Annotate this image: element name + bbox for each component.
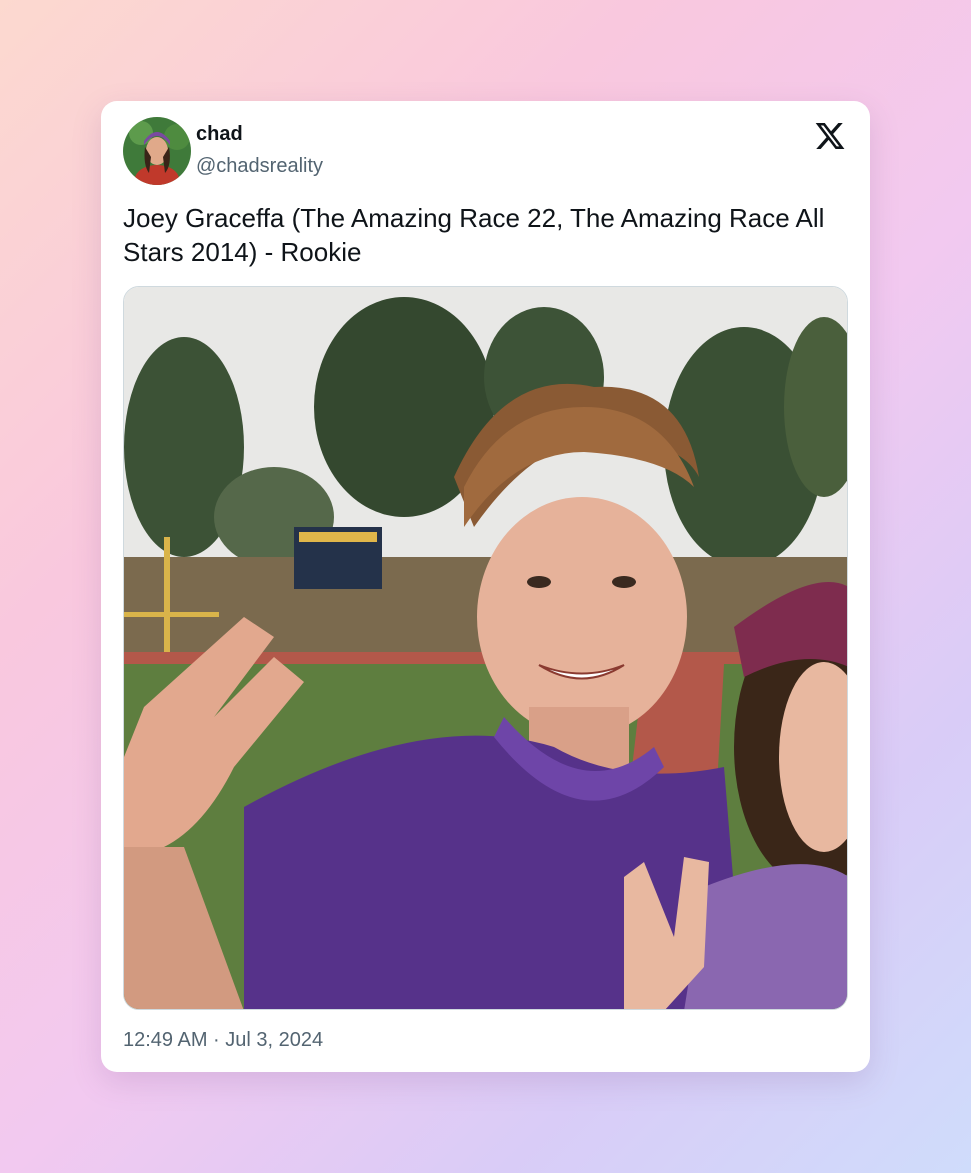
tweet-text: Joey Graceffa (The Amazing Race 22, The … (123, 203, 825, 267)
tweet-photo[interactable] (123, 286, 848, 1010)
photo-illustration (124, 287, 847, 1009)
avatar[interactable] (123, 117, 191, 185)
tweet-card: chad @chadsreality Joey Graceffa (The Am… (101, 101, 870, 1072)
x-logo-icon[interactable] (814, 120, 846, 152)
user-handle[interactable]: @chadsreality (196, 155, 323, 178)
display-name[interactable]: chad (196, 123, 243, 146)
tweet-timestamp[interactable]: 12:49 AM · Jul 3, 2024 (123, 1029, 323, 1052)
